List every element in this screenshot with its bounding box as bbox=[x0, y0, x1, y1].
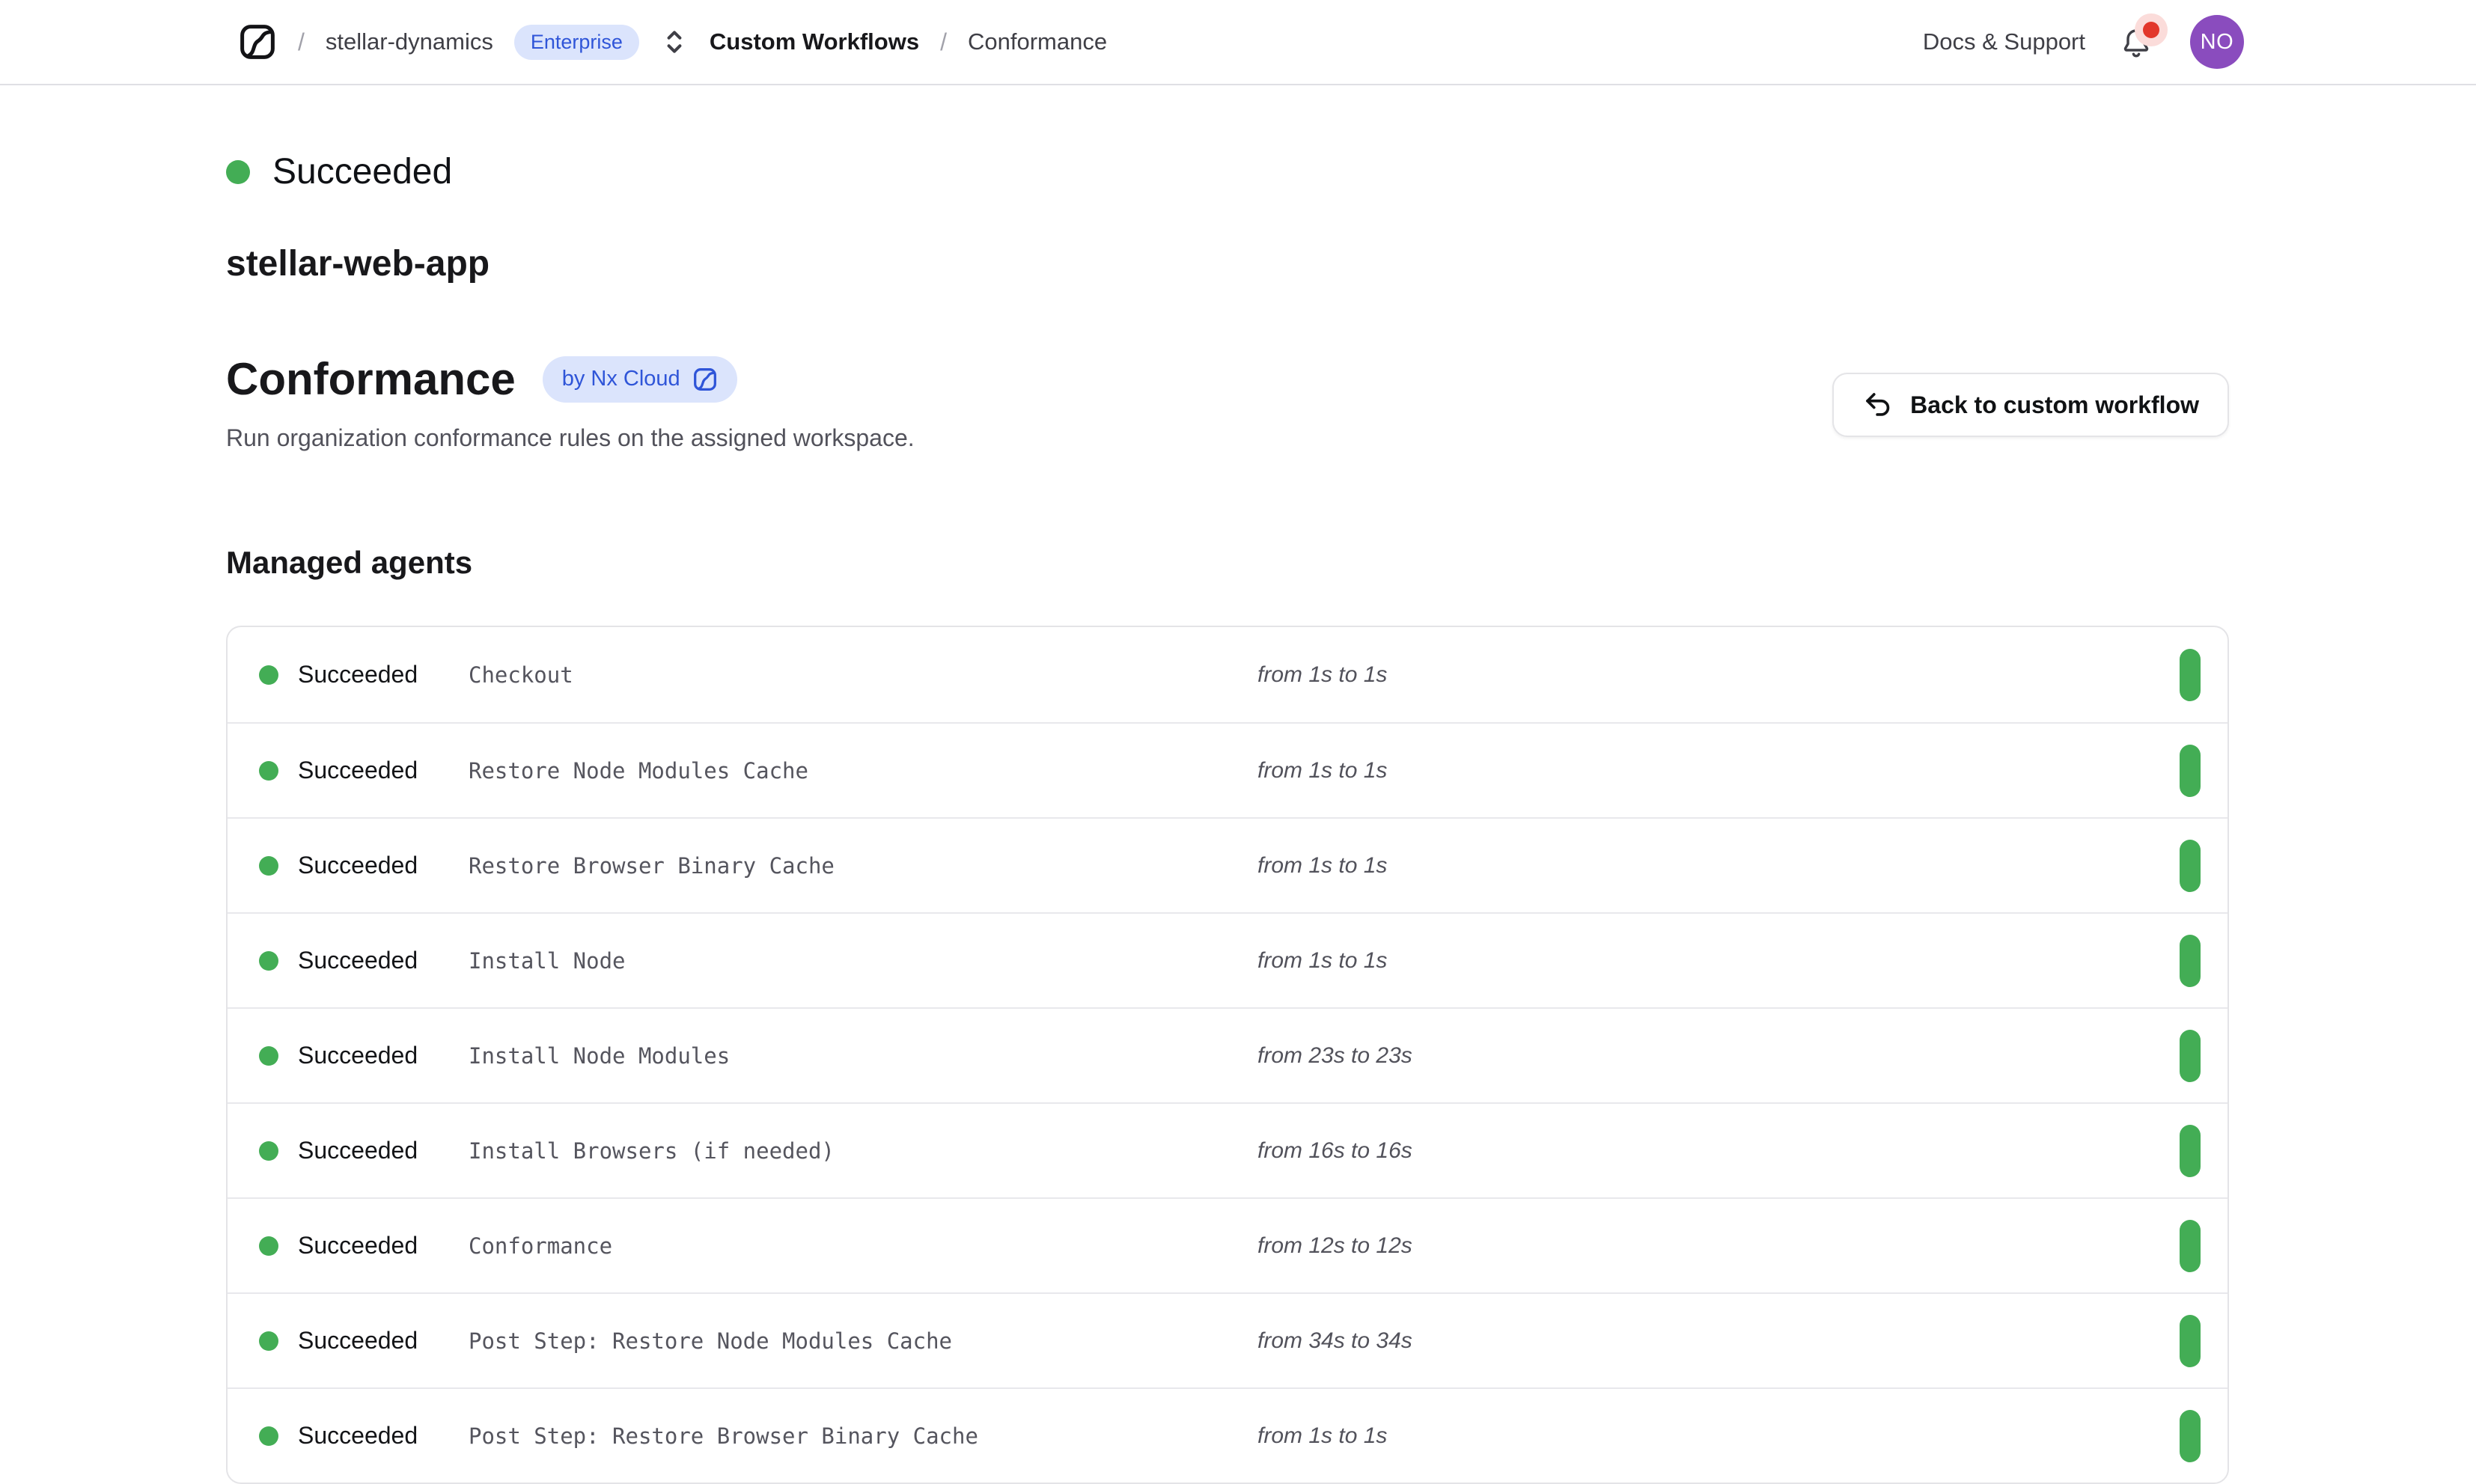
agent-step-row[interactable]: Succeeded Post Step: Restore Browser Bin… bbox=[228, 1387, 2228, 1483]
managed-agents-heading: Managed agents bbox=[226, 545, 2229, 581]
agent-step-row[interactable]: Succeeded Conformance from 12s to 12s bbox=[228, 1197, 2228, 1292]
row-duration: from 1s to 1s bbox=[1257, 853, 2180, 879]
managed-agents-list: Succeeded Checkout from 1s to 1s Succeed… bbox=[226, 626, 2229, 1484]
row-status-dot-icon bbox=[259, 856, 278, 876]
row-duration: from 1s to 1s bbox=[1257, 662, 2180, 688]
row-status-label: Succeeded bbox=[298, 947, 418, 974]
row-status-dot-icon bbox=[259, 951, 278, 971]
row-step-name: Install Node Modules bbox=[469, 1043, 1257, 1069]
row-duration: from 12s to 12s bbox=[1257, 1233, 2180, 1259]
row-timeline-bar bbox=[2180, 1315, 2201, 1367]
row-timeline-bar bbox=[2180, 745, 2201, 797]
row-timeline-bar bbox=[2180, 935, 2201, 987]
run-status-label: Succeeded bbox=[272, 151, 452, 192]
by-nx-cloud-badge[interactable]: by Nx Cloud bbox=[543, 356, 737, 403]
row-duration: from 16s to 16s bbox=[1257, 1138, 2180, 1164]
row-status-dot-icon bbox=[259, 1141, 278, 1161]
agent-step-row[interactable]: Succeeded Install Browsers (if needed) f… bbox=[228, 1102, 2228, 1197]
workspace-switcher-button[interactable] bbox=[660, 25, 689, 59]
row-status-label: Succeeded bbox=[298, 1232, 418, 1259]
breadcrumb-separator: / bbox=[940, 28, 947, 56]
row-duration: from 34s to 34s bbox=[1257, 1328, 2180, 1354]
agent-step-row[interactable]: Succeeded Install Node Modules from 23s … bbox=[228, 1007, 2228, 1102]
nx-cloud-badge-icon bbox=[692, 367, 718, 392]
agent-step-row[interactable]: Succeeded Restore Node Modules Cache fro… bbox=[228, 722, 2228, 817]
agent-step-row[interactable]: Succeeded Restore Browser Binary Cache f… bbox=[228, 817, 2228, 912]
breadcrumb-conformance: Conformance bbox=[968, 28, 1107, 55]
row-step-name: Conformance bbox=[469, 1233, 1257, 1259]
row-status-label: Succeeded bbox=[298, 1042, 418, 1069]
row-status-dot-icon bbox=[259, 1331, 278, 1351]
agent-step-row[interactable]: Succeeded Post Step: Restore Node Module… bbox=[228, 1292, 2228, 1387]
row-timeline-bar bbox=[2180, 649, 2201, 701]
page-title: stellar-web-app bbox=[226, 243, 2229, 284]
top-navigation-bar: / stellar-dynamics Enterprise Custom Wor… bbox=[0, 0, 2476, 85]
row-step-name: Install Node bbox=[469, 948, 1257, 974]
row-timeline-bar bbox=[2180, 1030, 2201, 1082]
row-timeline-bar bbox=[2180, 1125, 2201, 1177]
row-status-dot-icon bbox=[259, 1046, 278, 1066]
row-step-name: Post Step: Restore Browser Binary Cache bbox=[469, 1423, 1257, 1449]
row-duration: from 1s to 1s bbox=[1257, 948, 2180, 974]
nx-cloud-logo-icon[interactable] bbox=[238, 22, 277, 61]
breadcrumb-workspace[interactable]: stellar-dynamics bbox=[326, 28, 493, 55]
row-status-label: Succeeded bbox=[298, 661, 418, 688]
row-status-dot-icon bbox=[259, 1426, 278, 1446]
row-status-label: Succeeded bbox=[298, 1327, 418, 1355]
breadcrumb-custom-workflows[interactable]: Custom Workflows bbox=[710, 28, 919, 55]
back-button-label: Back to custom workflow bbox=[1910, 391, 2199, 419]
breadcrumb-separator: / bbox=[298, 28, 305, 56]
row-timeline-bar bbox=[2180, 840, 2201, 892]
agent-step-row[interactable]: Succeeded Install Node from 1s to 1s bbox=[228, 912, 2228, 1007]
row-step-name: Post Step: Restore Node Modules Cache bbox=[469, 1328, 1257, 1354]
row-duration: from 1s to 1s bbox=[1257, 758, 2180, 784]
docs-support-link[interactable]: Docs & Support bbox=[1923, 28, 2085, 55]
chevron-up-down-icon bbox=[663, 28, 686, 56]
workflow-section-header: Conformance by Nx Cloud Run organization… bbox=[226, 353, 2229, 452]
row-status-label: Succeeded bbox=[298, 852, 418, 879]
workflow-title: Conformance bbox=[226, 353, 516, 405]
run-status: Succeeded bbox=[226, 151, 2229, 192]
row-status-dot-icon bbox=[259, 665, 278, 685]
row-status-label: Succeeded bbox=[298, 757, 418, 784]
row-status-label: Succeeded bbox=[298, 1137, 418, 1164]
user-avatar[interactable]: NO bbox=[2190, 15, 2244, 69]
undo-arrow-icon bbox=[1862, 389, 1894, 421]
row-step-name: Checkout bbox=[469, 662, 1257, 688]
row-status-dot-icon bbox=[259, 761, 278, 781]
agent-step-row[interactable]: Succeeded Checkout from 1s to 1s bbox=[228, 627, 2228, 722]
row-duration: from 23s to 23s bbox=[1257, 1043, 2180, 1069]
row-status-dot-icon bbox=[259, 1236, 278, 1256]
row-timeline-bar bbox=[2180, 1410, 2201, 1462]
workflow-description: Run organization conformance rules on th… bbox=[226, 424, 915, 452]
by-nx-cloud-label: by Nx Cloud bbox=[562, 368, 680, 390]
page-content: Succeeded stellar-web-app Conformance by… bbox=[226, 151, 2229, 1484]
row-duration: from 1s to 1s bbox=[1257, 1423, 2180, 1449]
notifications-button[interactable] bbox=[2118, 22, 2157, 61]
row-status-label: Succeeded bbox=[298, 1422, 418, 1450]
row-step-name: Install Browsers (if needed) bbox=[469, 1138, 1257, 1164]
back-to-custom-workflow-button[interactable]: Back to custom workflow bbox=[1832, 373, 2229, 437]
enterprise-plan-badge: Enterprise bbox=[514, 25, 639, 60]
row-timeline-bar bbox=[2180, 1220, 2201, 1272]
row-step-name: Restore Node Modules Cache bbox=[469, 758, 1257, 784]
notification-dot-icon bbox=[2143, 22, 2159, 38]
notification-halo bbox=[2135, 13, 2168, 46]
row-step-name: Restore Browser Binary Cache bbox=[469, 853, 1257, 879]
breadcrumb: / stellar-dynamics Enterprise Custom Wor… bbox=[238, 22, 1107, 61]
topbar-actions: Docs & Support NO bbox=[1923, 15, 2244, 69]
workflow-title-block: Conformance by Nx Cloud Run organization… bbox=[226, 353, 915, 452]
status-success-dot-icon bbox=[226, 160, 250, 184]
